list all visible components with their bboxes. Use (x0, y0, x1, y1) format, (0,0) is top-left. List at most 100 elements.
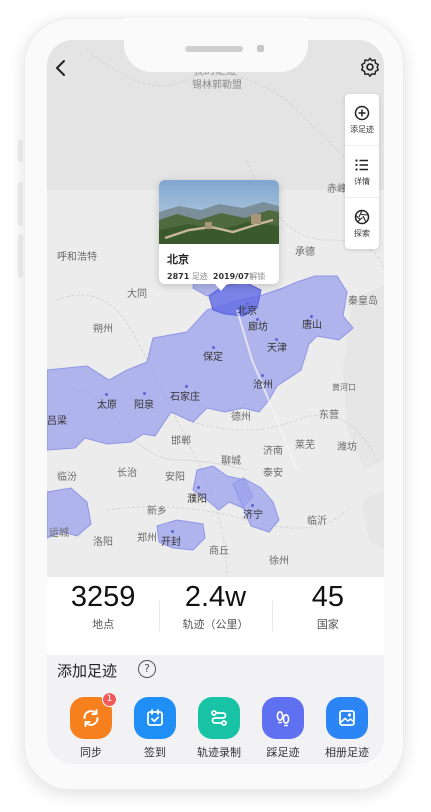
checkin-action[interactable]: 签到 (123, 697, 187, 760)
map-label-xilingol: 锡林郭勒盟 (192, 80, 242, 91)
map-label: 阳泉 (134, 400, 154, 411)
step-footprint-action[interactable]: 踩足迹 (251, 697, 315, 760)
map-label: 洛阳 (93, 537, 113, 548)
map-label: 济南 (263, 446, 283, 457)
volume-up-button (18, 182, 23, 226)
plus-circle-icon (354, 105, 370, 120)
action-row: 1 同步 签到 轨迹录制 踩足迹 相册足迹 (47, 692, 384, 760)
explore-button[interactable]: 探索 (345, 198, 379, 249)
popup-date: 2019/07 (212, 272, 250, 281)
city-dot (197, 486, 200, 489)
footprints-icon (276, 711, 290, 727)
track-record-action[interactable]: 轨迹录制 (187, 697, 251, 760)
great-wall-photo (159, 180, 279, 244)
gear-icon (361, 57, 379, 77)
map-label: 呼和浩特 (57, 252, 97, 263)
map-label: 唐山 (302, 320, 322, 331)
city-dot (171, 530, 174, 533)
action-label: 相册足迹 (325, 746, 369, 759)
map-label: 德州 (231, 412, 251, 423)
notification-badge: 1 (102, 692, 117, 707)
action-label: 签到 (144, 746, 166, 759)
map-label: 安阳 (165, 472, 185, 483)
sync-action[interactable]: 1 同步 (59, 692, 123, 760)
popup-count: 2871 (167, 272, 190, 281)
map-label: 太原 (97, 400, 117, 411)
step-footprint-tile[interactable] (262, 697, 304, 739)
device-notch (124, 18, 308, 72)
popup-date-unit: 解锁 (249, 272, 266, 281)
map-label: 开封 (161, 537, 181, 548)
stat-value: 3259 (70, 581, 136, 613)
popup-city-name: 北京 (167, 253, 189, 266)
city-dot (246, 302, 249, 305)
speaker (185, 46, 243, 52)
map-label: 赤峰 (327, 184, 347, 195)
map-label: 朔州 (93, 324, 113, 335)
city-dot (185, 385, 188, 388)
action-label: 轨迹录制 (197, 746, 241, 759)
track-record-tile[interactable] (198, 697, 240, 739)
details-button[interactable]: 详情 (345, 146, 379, 198)
map-label: 济宁 (243, 510, 263, 521)
stat-countries[interactable]: 45 国家 (271, 577, 384, 655)
add-footprint-button[interactable]: 添足迹 (345, 94, 379, 146)
city-dot (251, 504, 254, 507)
footprint-map[interactable]: 我的足迹 锡林郭勒盟 赤峰 呼和浩特 承德 大同 秦皇岛 北京 朔州 廊坊 唐山… (47, 40, 384, 580)
map-label: 莱芜 (295, 440, 315, 451)
side-button (18, 140, 23, 162)
map-label: 商丘 (209, 546, 229, 557)
add-footprint-panel: 添加足迹 ? 1 同步 签到 轨迹录制 踩足迹 相册足迹 (47, 655, 384, 764)
map-label: 潍坊 (337, 442, 357, 453)
add-footprint-label: 添足迹 (350, 124, 374, 134)
settings-button[interactable] (359, 56, 381, 78)
stat-label: 地点 (92, 618, 115, 631)
action-label: 同步 (80, 746, 102, 759)
map-label: 临汾 (57, 472, 77, 483)
checkin-tile[interactable] (134, 697, 176, 739)
route-icon (211, 710, 227, 726)
help-icon[interactable]: ? (138, 660, 156, 678)
city-dot (212, 346, 215, 349)
map-label: 大同 (127, 289, 147, 300)
stat-label: 轨迹（公里） (182, 618, 249, 631)
city-popup[interactable]: 北京 2871 足迹 2019/07解锁 (159, 180, 279, 284)
map-label: 新乡 (147, 506, 167, 517)
chevron-left-icon (56, 60, 65, 76)
stat-places[interactable]: 3259 地点 (47, 577, 159, 655)
action-label: 踩足迹 (266, 746, 300, 759)
map-label: 郑州 (137, 533, 157, 544)
details-label: 详情 (354, 176, 370, 186)
map-label: 东营 (319, 410, 339, 421)
stat-value: 45 (311, 581, 344, 613)
map-label: 保定 (203, 352, 223, 363)
app-screen: 我的足迹 锡林郭勒盟 赤峰 呼和浩特 承德 大同 秦皇岛 北京 朔州 廊坊 唐山… (47, 40, 384, 764)
back-button[interactable] (53, 58, 69, 78)
map-label: 运城 (49, 528, 69, 539)
map-label: 天津 (267, 343, 287, 354)
map-label: 沧州 (253, 380, 273, 391)
city-dot (275, 338, 278, 341)
map-label: 吕梁 (47, 416, 67, 427)
album-footprint-action[interactable]: 相册足迹 (315, 697, 379, 760)
section-title: 添加足迹 (57, 662, 118, 680)
popup-count-unit: 足迹 (191, 272, 208, 281)
map-label: 石家庄 (170, 392, 200, 403)
map-label: 承德 (295, 247, 315, 258)
calendar-check-icon (147, 709, 163, 726)
city-dot (256, 318, 259, 321)
map-label: 泰安 (263, 468, 283, 479)
map-label: 黄河口 (332, 383, 356, 392)
map-label: 长治 (117, 468, 137, 479)
stat-value: 2.4w (184, 581, 247, 613)
stat-label: 国家 (316, 618, 339, 631)
city-dot (143, 392, 146, 395)
city-dot (261, 374, 264, 377)
map-label: 邯郸 (171, 436, 191, 447)
map-label: 濮阳 (187, 494, 207, 505)
city-dot (105, 393, 108, 396)
album-footprint-tile[interactable] (326, 697, 368, 739)
stat-tracks[interactable]: 2.4w 轨迹（公里） (159, 577, 271, 655)
map-label: 秦皇岛 (348, 296, 378, 307)
map-toolbar: 添足迹 详情 探索 (345, 94, 379, 249)
